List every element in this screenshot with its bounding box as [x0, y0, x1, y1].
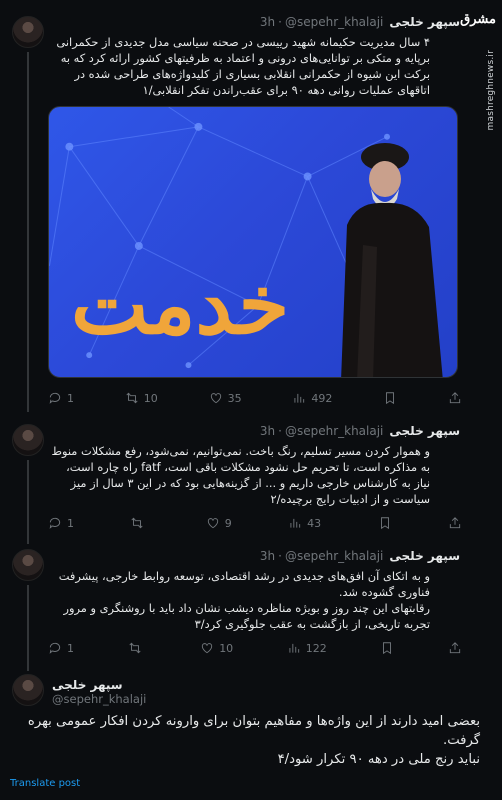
author-name[interactable]: سپهر خلجی	[389, 424, 460, 438]
watermark-url: mashreghnews.ir	[486, 50, 496, 131]
heart-icon	[202, 643, 213, 654]
views-button[interactable]: 492	[292, 389, 332, 407]
author-handle[interactable]: @sepehr_khalaji	[285, 424, 383, 438]
like-count: 10	[219, 641, 234, 655]
action-bar: 1 10 35 492	[48, 389, 462, 407]
avatar[interactable]	[12, 549, 44, 581]
tweet-header: سپهر خلجی@sepehr_khalaji·3h	[259, 424, 460, 438]
tweet-time[interactable]: 3h	[260, 15, 275, 29]
tweet-2[interactable]: سپهر خلجی@sepehr_khalaji·3h و هموار کردن…	[0, 418, 470, 544]
heart-icon	[210, 393, 221, 404]
retweet-button[interactable]: 10	[125, 389, 158, 407]
thread-line	[27, 52, 29, 412]
retweet-icon	[126, 392, 138, 404]
watermark-logo: مشرق	[460, 12, 496, 27]
views-icon	[290, 518, 301, 528]
reply-count: 1	[67, 641, 74, 655]
tweet-text: بعضی امید دارند از این واژه‌ها و مفاهیم …	[27, 714, 480, 767]
avatar[interactable]	[12, 16, 44, 48]
tweet-header: سپهر خلجی@sepehr_khalaji·3h	[259, 15, 460, 29]
reply-icon	[49, 392, 61, 404]
cleric-figure	[341, 143, 443, 377]
share-icon	[449, 642, 461, 654]
views-count: 492	[311, 391, 333, 405]
retweet-count: 10	[143, 391, 158, 405]
views-icon	[294, 393, 305, 403]
reply-count: 1	[67, 516, 74, 530]
share-button[interactable]	[448, 514, 462, 532]
author-name[interactable]: سپهر خلجی	[52, 678, 123, 692]
tweet-time[interactable]: 3h	[260, 424, 275, 438]
tweet-header: سپهر خلجی@sepehr_khalaji·3h	[259, 549, 460, 563]
retweet-icon	[129, 642, 141, 654]
tweet-text: و هموار کردن مسیر تسلیم، رنگ باخت. نمی‌ت…	[51, 444, 430, 506]
views-button[interactable]: 122	[287, 639, 327, 657]
retweet-icon	[131, 517, 143, 529]
tweet-text: ۴ سال مدیریت حکیمانه شهید رییسی در صحنه …	[56, 35, 430, 97]
share-icon	[449, 392, 461, 404]
tweet-3[interactable]: سپهر خلجی@sepehr_khalaji·3h و به اتکای آ…	[0, 543, 470, 671]
reply-button[interactable]: 1	[48, 389, 74, 407]
bookmark-button[interactable]	[383, 389, 397, 407]
tweet-1[interactable]: سپهر خلجی@sepehr_khalaji·3h ۴ سال مدیریت…	[0, 0, 470, 412]
site-watermark: مشرق mashreghnews.ir	[460, 4, 500, 130]
thread-line	[27, 460, 29, 544]
bookmark-icon	[380, 517, 389, 530]
retweet-button[interactable]	[130, 514, 149, 532]
bookmark-icon	[383, 642, 392, 655]
reply-button[interactable]: 1	[48, 514, 74, 532]
reply-icon	[49, 642, 61, 654]
bookmark-icon	[386, 392, 395, 405]
views-count: 122	[305, 641, 327, 655]
like-button[interactable]: 9	[206, 514, 232, 532]
author-handle[interactable]: @sepehr_khalaji	[285, 549, 383, 563]
like-count: 35	[227, 391, 242, 405]
tweet-image[interactable]: خدمت	[48, 106, 458, 378]
translate-link[interactable]: Translate post	[10, 778, 80, 789]
like-button[interactable]: 10	[200, 639, 233, 657]
reply-button[interactable]: 1	[48, 639, 74, 657]
image-word: خدمت	[71, 257, 291, 353]
views-button[interactable]: 43	[288, 514, 321, 532]
bookmark-button[interactable]	[378, 514, 392, 532]
avatar[interactable]	[12, 674, 44, 706]
reply-icon	[49, 517, 61, 529]
action-bar: 1 10 122	[48, 639, 462, 657]
like-button[interactable]: 35	[209, 389, 242, 407]
avatar[interactable]	[12, 424, 44, 456]
tweet-time[interactable]: 3h	[260, 549, 275, 563]
author-handle[interactable]: @sepehr_khalaji	[285, 15, 383, 29]
views-icon	[289, 643, 299, 653]
thread-line	[27, 585, 29, 671]
bookmark-button[interactable]	[380, 639, 394, 657]
share-button[interactable]	[448, 639, 462, 657]
author-name[interactable]: سپهر خلجی	[389, 15, 460, 29]
author-handle[interactable]: @sepehr_khalaji	[52, 692, 146, 706]
tweet-text: و به اتکای آن افق‌های جدیدی در رشد اقتصا…	[58, 569, 430, 631]
retweet-button[interactable]	[128, 639, 147, 657]
reply-count: 1	[67, 391, 74, 405]
heart-icon	[207, 518, 218, 529]
author-name[interactable]: سپهر خلجی	[389, 549, 460, 563]
like-count: 9	[224, 516, 232, 530]
views-count: 43	[307, 516, 322, 530]
action-bar: 1 9 43	[48, 514, 462, 532]
share-button[interactable]	[448, 389, 462, 407]
share-icon	[449, 517, 461, 529]
